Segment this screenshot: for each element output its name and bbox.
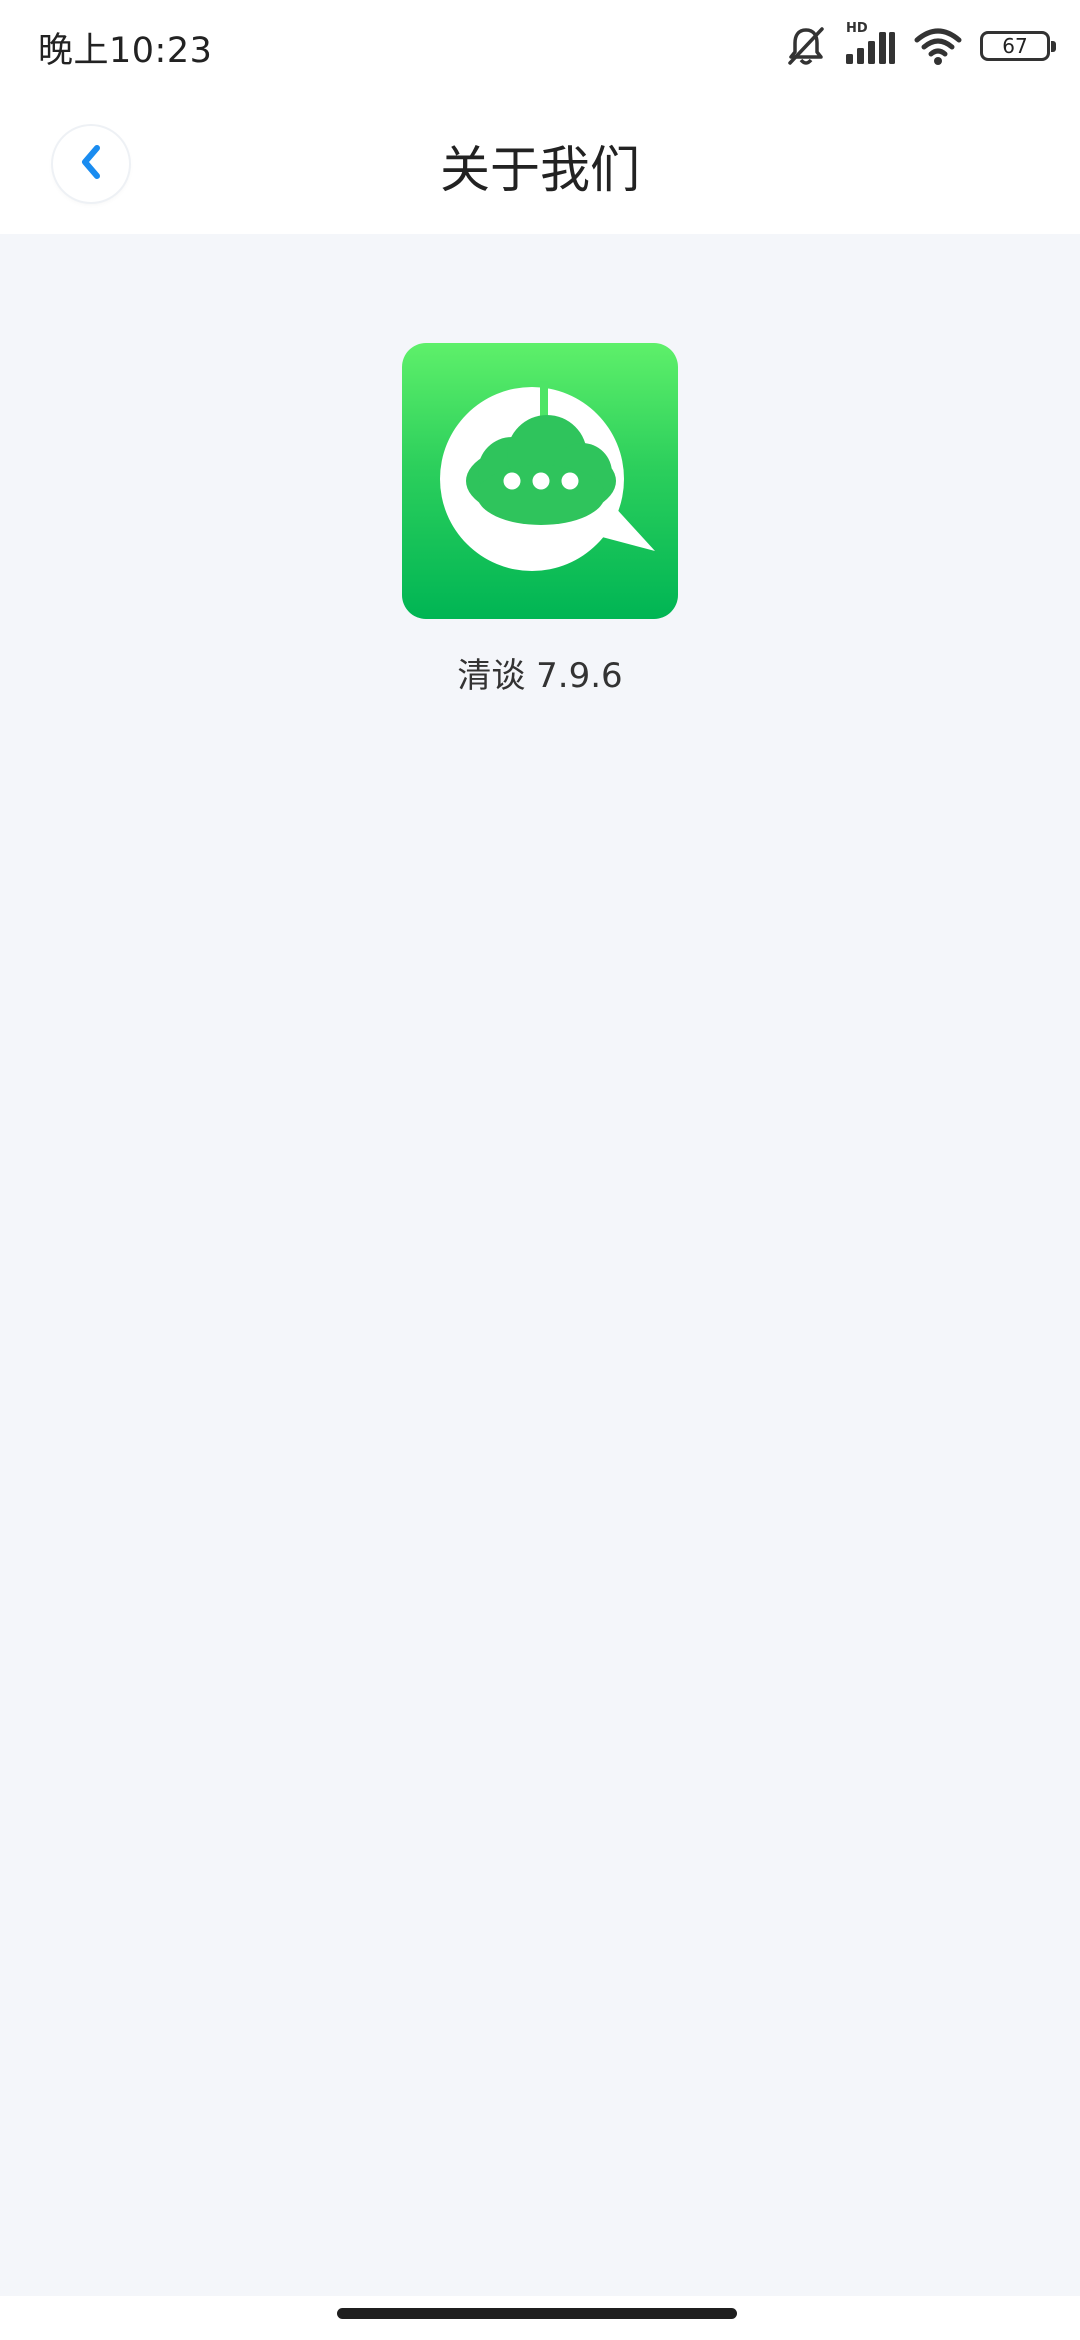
nav-header: 关于我们 (0, 90, 1080, 234)
page-title: 关于我们 (440, 141, 640, 199)
status-bar: 晚上10:23 HD 67 (0, 0, 1080, 90)
battery-level: 67 (1002, 34, 1028, 58)
battery-icon: 67 (980, 31, 1056, 61)
wifi-icon (914, 26, 962, 66)
app-logo (402, 343, 678, 619)
status-time: 晚上10:23 (38, 31, 213, 71)
status-icons: HD 67 (786, 22, 1056, 68)
chat-cloud-logo-icon (402, 343, 678, 619)
app-version: 清谈 7.9.6 (457, 656, 623, 696)
signal-icon: HD (844, 22, 896, 68)
home-indicator[interactable] (337, 2308, 737, 2319)
about-screen: 晚上10:23 HD 67 关于我们 清谈 7.9.6 (0, 0, 1080, 2340)
bell-muted-icon (786, 25, 826, 67)
